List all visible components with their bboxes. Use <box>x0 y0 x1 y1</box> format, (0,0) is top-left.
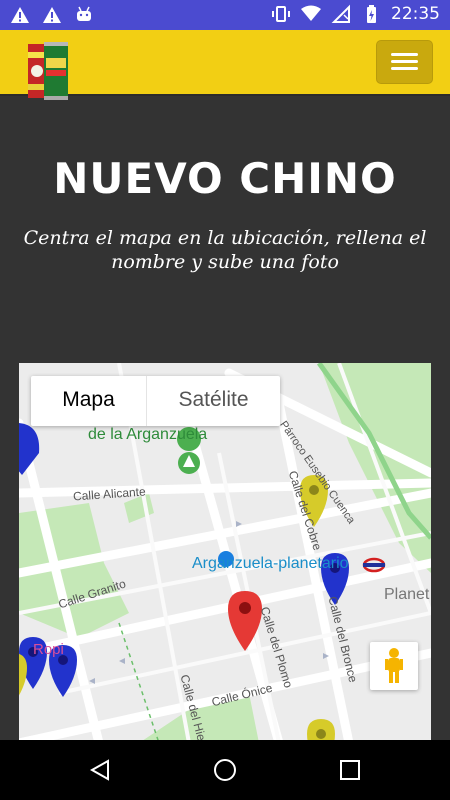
map-view[interactable]: de la Arganzuela Calle Alicante Párroco … <box>19 363 431 743</box>
map-label-place: Ropi <box>33 641 64 658</box>
map-type-control: Mapa Satélite <box>31 376 280 426</box>
menu-toggle-button[interactable] <box>376 40 433 84</box>
app-logo-icon[interactable] <box>26 38 72 104</box>
hamburger-line <box>391 67 418 70</box>
hamburger-line <box>391 60 418 63</box>
pegman-icon <box>385 648 403 683</box>
recents-icon[interactable] <box>339 759 361 781</box>
android-icon <box>77 6 91 21</box>
street-view-button[interactable] <box>370 642 418 690</box>
battery-charging-icon <box>367 5 376 23</box>
map-type-map-button[interactable]: Mapa <box>31 376 146 426</box>
back-icon[interactable] <box>88 758 112 782</box>
wifi-icon <box>301 5 321 21</box>
no-sim-icon <box>331 4 350 23</box>
warning-icon <box>11 7 29 23</box>
page-title: NUEVO CHINO <box>53 154 397 203</box>
map-type-satellite-button[interactable]: Satélite <box>146 376 280 426</box>
map-label-park: de la Arganzuela <box>88 426 208 443</box>
map-label-place: Planet <box>384 586 430 603</box>
clock: 22:35 <box>391 4 440 24</box>
map-label-metro: Arganzuela-planetario <box>192 555 349 572</box>
system-nav-bar <box>0 740 450 800</box>
page-subtitle: Centra el mapa en la ubicación, rellena … <box>23 227 427 273</box>
hamburger-icon <box>391 53 418 56</box>
status-bar: 22:35 <box>0 0 450 30</box>
top-nav <box>0 30 450 100</box>
vibrate-icon <box>272 6 290 22</box>
home-icon[interactable] <box>212 757 238 783</box>
warning-icon <box>43 7 61 23</box>
